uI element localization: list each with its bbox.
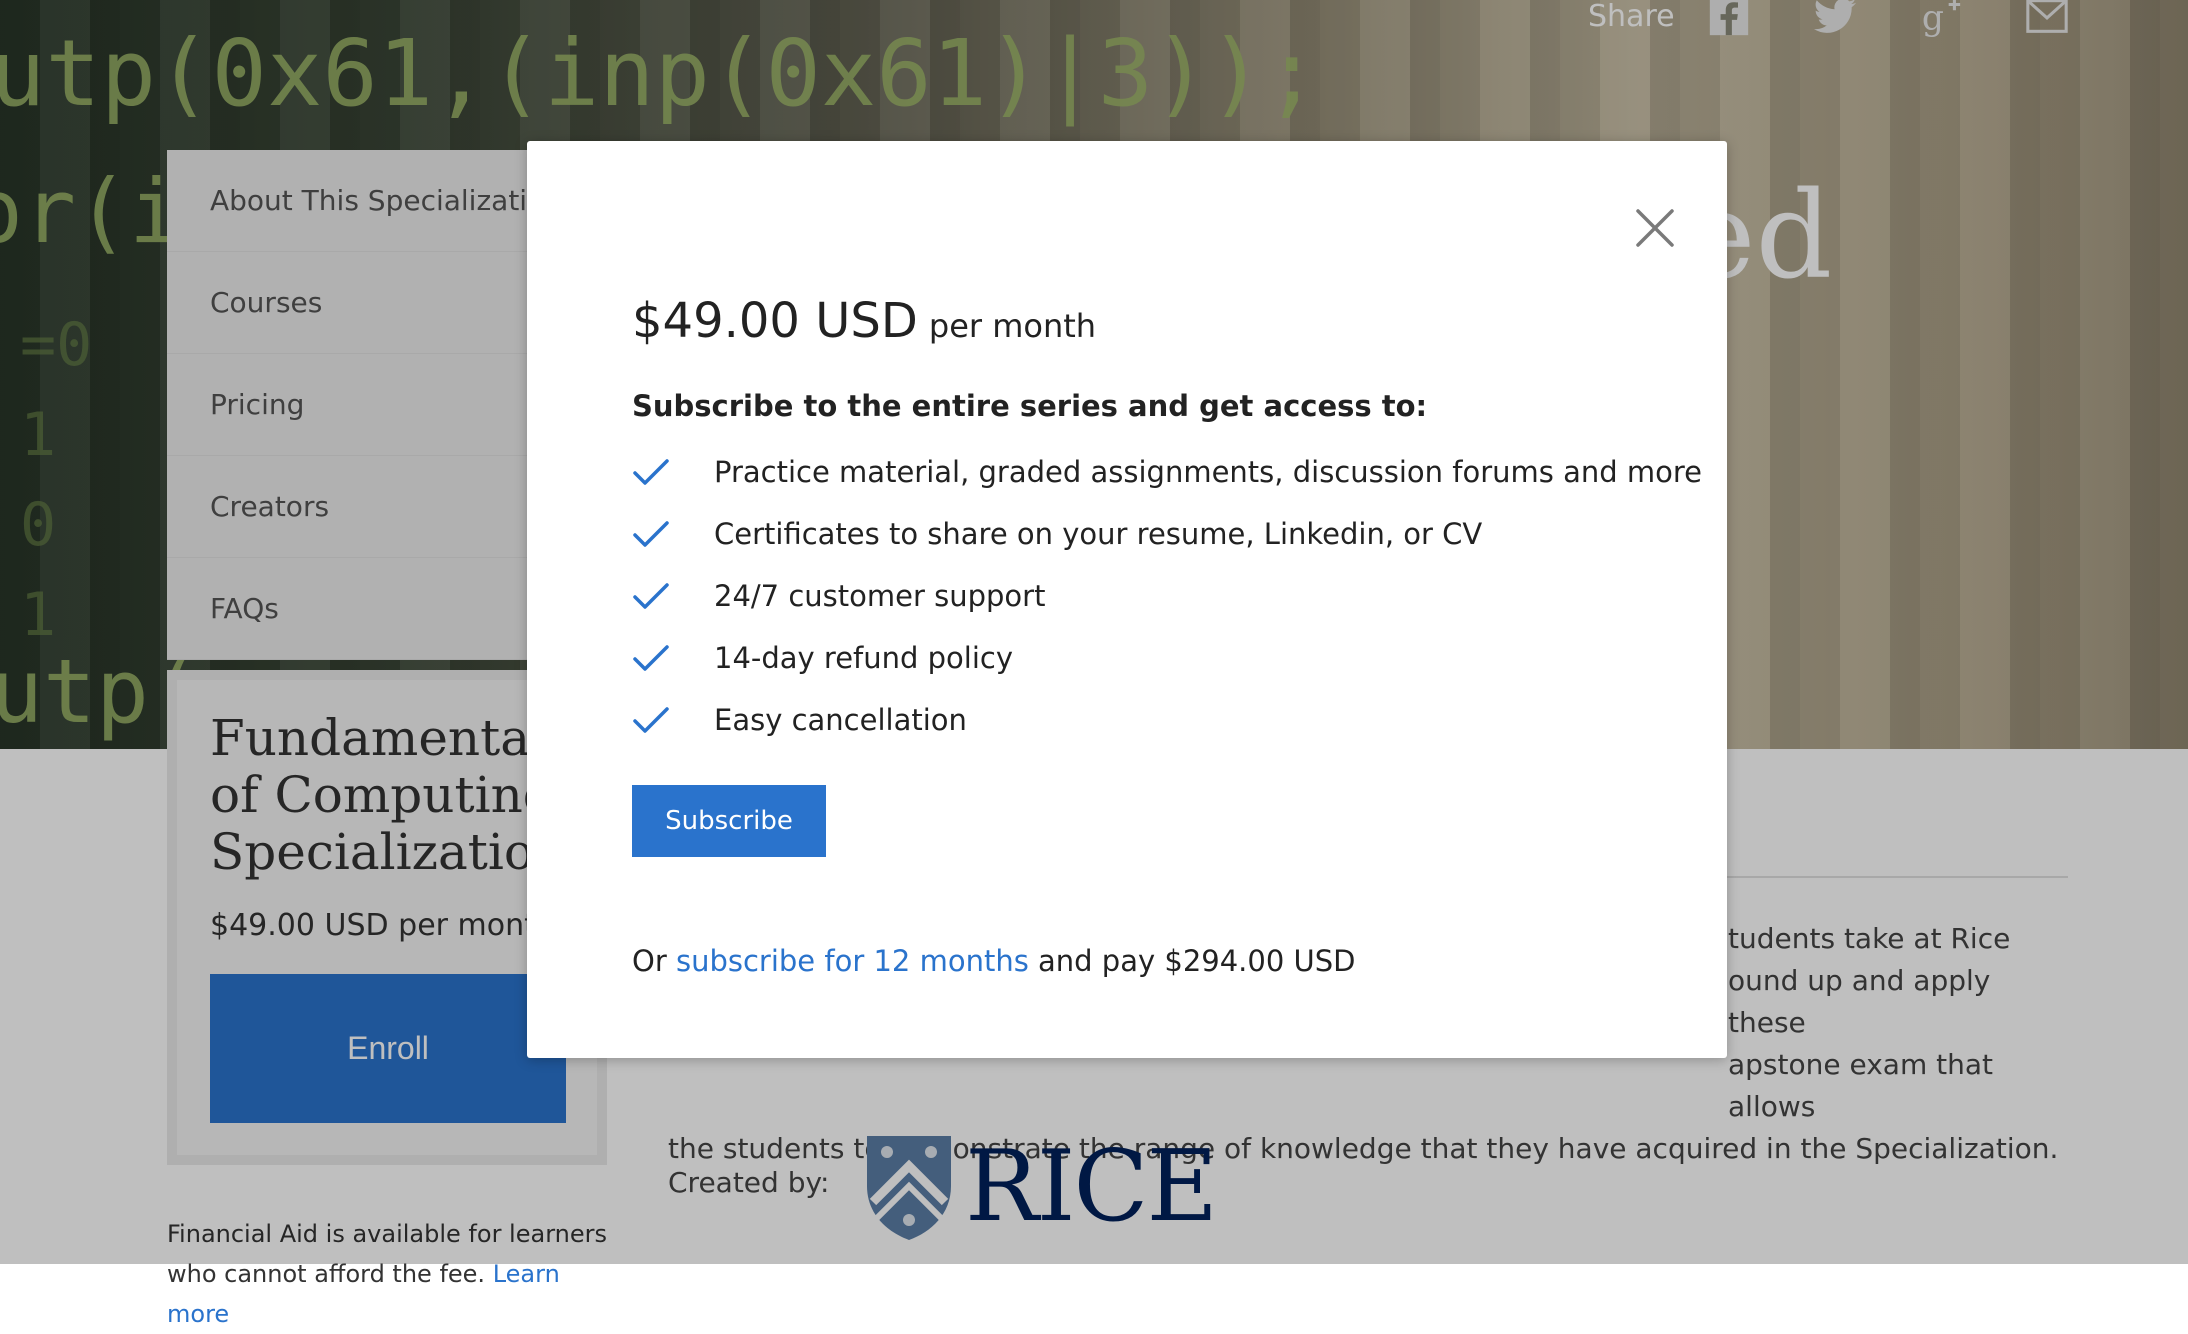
benefit-text: Practice material, graded assignments, d… bbox=[714, 455, 1702, 489]
subscription-modal: $49.00 USD per month Subscribe to the en… bbox=[527, 141, 1727, 1058]
benefit-text: 24/7 customer support bbox=[714, 579, 1046, 613]
subscribe-button[interactable]: Subscribe bbox=[632, 785, 826, 857]
benefit-item: Practice material, graded assignments, d… bbox=[632, 441, 1702, 503]
checkmark-icon bbox=[632, 576, 672, 616]
subscribe-12-months-link[interactable]: subscribe for 12 months bbox=[676, 944, 1029, 978]
benefit-text: 14-day refund policy bbox=[714, 641, 1014, 675]
price-period: per month bbox=[928, 307, 1097, 345]
modal-price: $49.00 USD per month bbox=[632, 293, 1096, 349]
benefit-text: Certificates to share on your resume, Li… bbox=[714, 517, 1483, 551]
close-icon bbox=[1636, 209, 1674, 247]
checkmark-icon bbox=[632, 638, 672, 678]
annual-prefix: Or bbox=[632, 944, 667, 978]
benefit-text: Easy cancellation bbox=[714, 703, 967, 737]
price-amount: $49.00 USD bbox=[632, 293, 918, 349]
benefits-heading: Subscribe to the entire series and get a… bbox=[632, 389, 1428, 423]
benefit-item: 24/7 customer support bbox=[632, 565, 1702, 627]
close-button[interactable] bbox=[1630, 203, 1680, 253]
benefit-item: Certificates to share on your resume, Li… bbox=[632, 503, 1702, 565]
annual-subscription-offer: Or subscribe for 12 months and pay $294.… bbox=[632, 944, 1355, 978]
checkmark-icon bbox=[632, 700, 672, 740]
checkmark-icon bbox=[632, 514, 672, 554]
benefit-item: 14-day refund policy bbox=[632, 627, 1702, 689]
benefit-item: Easy cancellation bbox=[632, 689, 1702, 751]
benefits-list: Practice material, graded assignments, d… bbox=[632, 441, 1702, 751]
annual-suffix: and pay $294.00 USD bbox=[1038, 944, 1356, 978]
checkmark-icon bbox=[632, 452, 672, 492]
